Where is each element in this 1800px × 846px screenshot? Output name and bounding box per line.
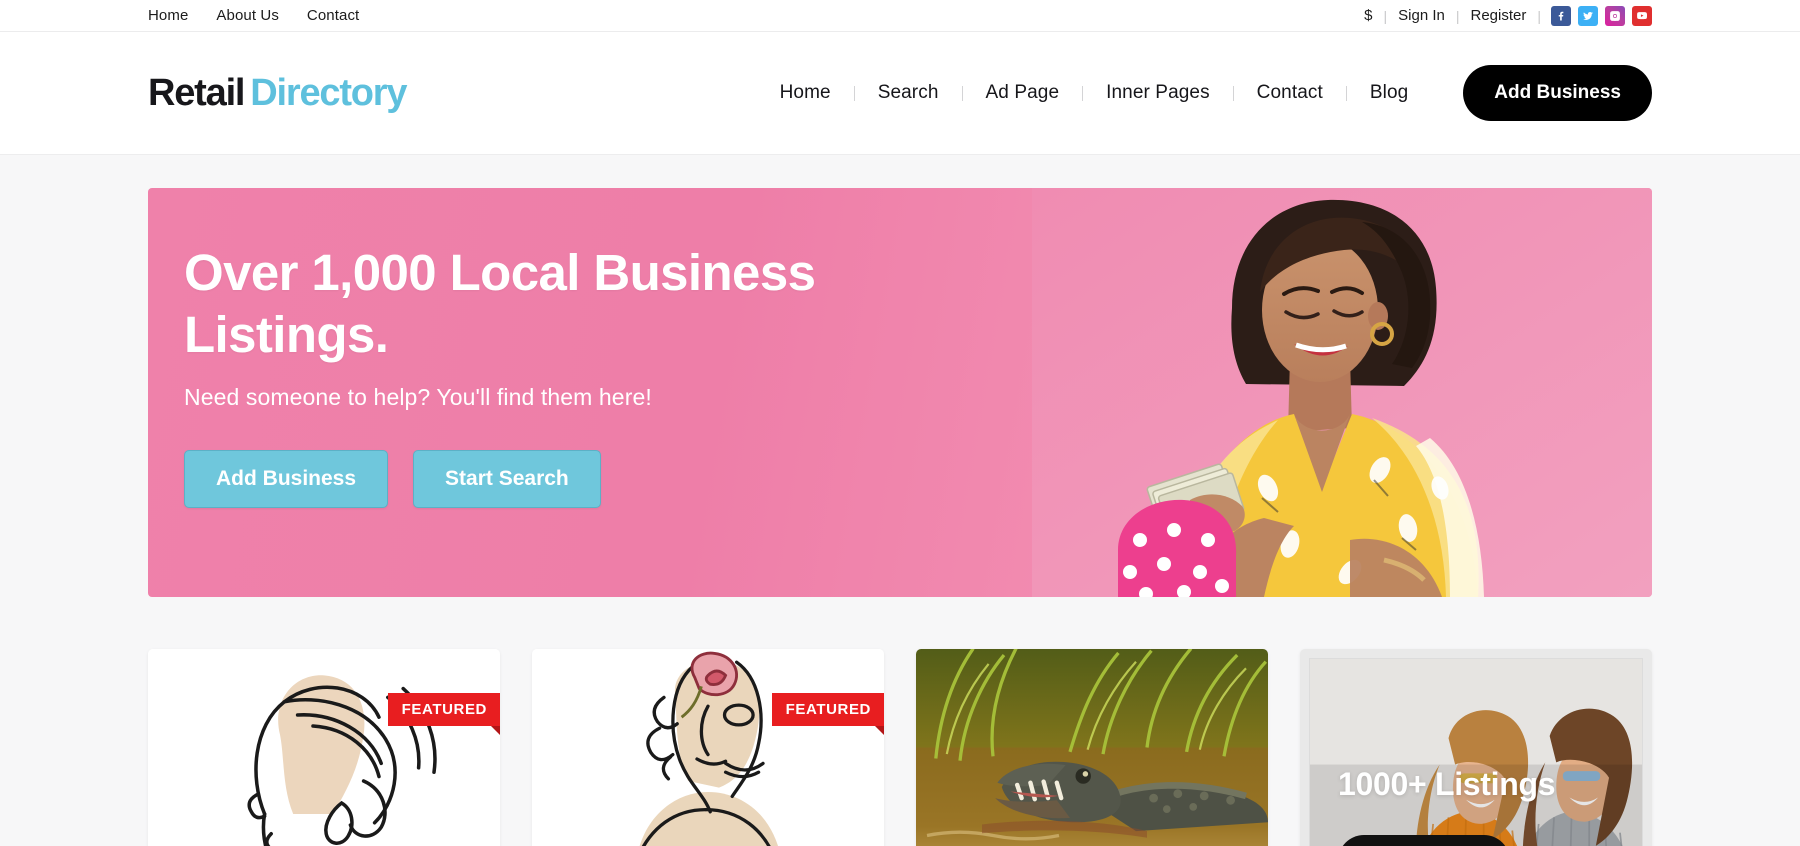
card-image bbox=[532, 649, 884, 846]
logo-text-secondary: Directory bbox=[250, 71, 407, 114]
nav-item-home[interactable]: Home bbox=[757, 82, 854, 104]
hero-copy: Over 1,000 Local Business Listings. Need… bbox=[184, 242, 864, 509]
page-root: Home About Us Contact $ | Sign In | Regi… bbox=[0, 0, 1800, 846]
twitter-icon[interactable] bbox=[1578, 5, 1598, 26]
listing-card[interactable]: FEATURED bbox=[148, 649, 500, 846]
hero-subheadline: Need someone to help? You'll find them h… bbox=[184, 384, 652, 411]
facebook-icon[interactable] bbox=[1551, 5, 1571, 26]
hero-actions: Add Business Start Search bbox=[184, 450, 864, 509]
nav-item-search[interactable]: Search bbox=[855, 82, 962, 104]
divider: | bbox=[1537, 7, 1541, 24]
promo-start-search-button[interactable]: Start Search bbox=[1338, 835, 1510, 846]
featured-badge: FEATURED bbox=[771, 693, 884, 735]
listing-card[interactable]: FEATURED bbox=[532, 649, 884, 846]
nav-item-contact[interactable]: Contact bbox=[1234, 82, 1346, 104]
promo-title: 1000+ Listings bbox=[1338, 766, 1556, 802]
topnav-item-home[interactable]: Home bbox=[148, 7, 188, 24]
hero-start-search-button[interactable]: Start Search bbox=[413, 450, 601, 509]
register-link[interactable]: Register bbox=[1460, 7, 1538, 24]
topnav-item-contact[interactable]: Contact bbox=[307, 7, 359, 24]
instagram-icon[interactable] bbox=[1605, 5, 1625, 26]
promo-panel bbox=[1309, 658, 1643, 846]
hero-section-wrapper: Over 1,000 Local Business Listings. Need… bbox=[0, 155, 1800, 597]
listing-card[interactable] bbox=[916, 649, 1268, 846]
nav-item-blog[interactable]: Blog bbox=[1347, 82, 1431, 104]
nav-item-inner-pages[interactable]: Inner Pages bbox=[1083, 82, 1233, 104]
header-right: Home Search Ad Page Inner Pages Contact … bbox=[757, 65, 1652, 121]
top-secondary-nav: Home About Us Contact bbox=[148, 7, 359, 24]
top-utility-bar: Home About Us Contact $ | Sign In | Regi… bbox=[0, 0, 1800, 32]
hero-headline: Over 1,000 Local Business Listings. bbox=[184, 244, 816, 364]
listing-cards: FEATURED FEATURED 1000+ Listings bbox=[0, 649, 1800, 846]
main-navigation: Home Search Ad Page Inner Pages Contact … bbox=[757, 82, 1432, 104]
top-account-area: $ | Sign In | Register | bbox=[1353, 5, 1652, 26]
hero-banner: Over 1,000 Local Business Listings. Need… bbox=[148, 188, 1652, 597]
card-image bbox=[916, 649, 1268, 846]
add-business-button[interactable]: Add Business bbox=[1463, 65, 1652, 121]
social-links bbox=[1551, 5, 1652, 26]
card-image bbox=[148, 649, 500, 846]
site-logo[interactable]: Retail Directory bbox=[148, 71, 408, 115]
featured-badge: FEATURED bbox=[387, 693, 500, 735]
youtube-icon[interactable] bbox=[1632, 5, 1652, 26]
logo-text-primary: Retail bbox=[148, 71, 245, 114]
topnav-item-about-us[interactable]: About Us bbox=[216, 7, 279, 24]
nav-item-ad-page[interactable]: Ad Page bbox=[963, 82, 1083, 104]
currency-selector[interactable]: $ bbox=[1353, 7, 1383, 24]
sign-in-link[interactable]: Sign In bbox=[1387, 7, 1456, 24]
site-header: Retail Directory Home Search Ad Page Inne… bbox=[0, 32, 1800, 155]
hero-image bbox=[1032, 188, 1652, 597]
hero-add-business-button[interactable]: Add Business bbox=[184, 450, 389, 509]
promo-card[interactable]: 1000+ Listings Start Search bbox=[1300, 649, 1652, 846]
